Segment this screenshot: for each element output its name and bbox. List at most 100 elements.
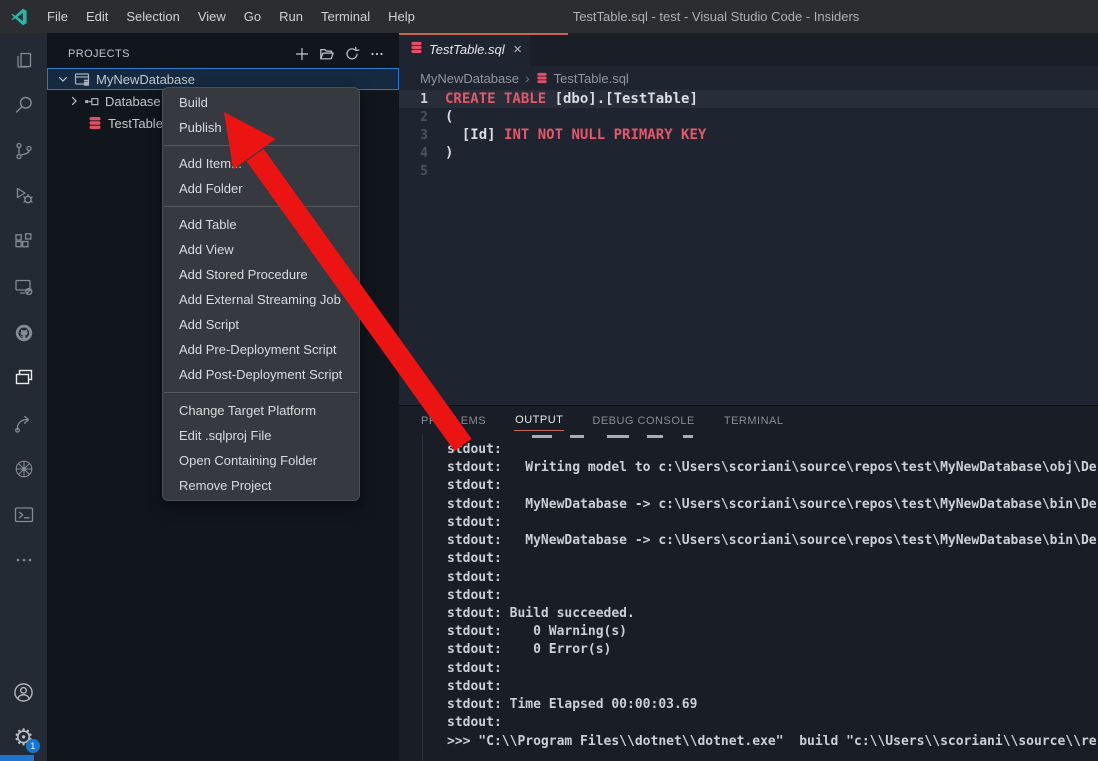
menu-bar-item[interactable]: Edit	[77, 0, 117, 33]
github-icon[interactable]	[0, 310, 47, 356]
more-actions-icon[interactable]	[367, 44, 387, 64]
tab-label: TestTable.sql	[429, 42, 505, 57]
vscode-insiders-logo-icon	[10, 8, 28, 26]
tab-debug-console[interactable]: DEBUG CONSOLE	[591, 410, 695, 431]
database-project-icon	[73, 71, 91, 88]
settings-badge: 1	[26, 739, 40, 753]
output-line: stdout: Build succeeded.	[447, 605, 1098, 623]
menu-bar-item[interactable]: Help	[379, 0, 424, 33]
refresh-icon[interactable]	[342, 44, 362, 64]
tab-problems[interactable]: PROBLEMS	[420, 410, 487, 431]
menu-bar-item[interactable]: Selection	[117, 0, 188, 33]
more-views-icon[interactable]	[0, 538, 47, 584]
output-line: stdout: MyNewDatabase -> c:\Users\scoria…	[447, 532, 1098, 550]
tab-testtable-sql[interactable]: TestTable.sql ×	[399, 33, 530, 66]
output-line: stdout:	[447, 514, 1098, 532]
chevron-right-icon[interactable]	[67, 94, 81, 108]
project-context-menu: BuildPublish Add Item...Add Folder Add T…	[162, 87, 360, 501]
output-panel[interactable]: stdout:stdout: Writing model to c:\Users…	[399, 434, 1098, 761]
context-menu-item[interactable]: Add Post-Deployment Script	[163, 362, 359, 387]
azure-pipelines-icon[interactable]	[0, 401, 47, 447]
code-line: 5	[399, 162, 1098, 180]
context-menu-item[interactable]: Add View	[163, 237, 359, 262]
context-menu-item[interactable]: Build	[163, 90, 359, 115]
breadcrumb-project[interactable]: MyNewDatabase	[420, 71, 519, 86]
output-line: stdout:	[447, 477, 1098, 495]
add-project-icon[interactable]	[292, 44, 312, 64]
context-menu-item[interactable]: Open Containing Folder	[163, 448, 359, 473]
code-line: 2 (	[399, 108, 1098, 126]
context-menu-item[interactable]: Add Stored Procedure	[163, 262, 359, 287]
kubernetes-icon[interactable]	[0, 447, 47, 493]
menu-bar-item[interactable]: Go	[235, 0, 270, 33]
menu-separator	[164, 206, 358, 207]
output-line: stdout:	[447, 550, 1098, 568]
menu-bar-item[interactable]: Terminal	[312, 0, 379, 33]
bottom-panel: PROBLEMS OUTPUT DEBUG CONSOLE TERMINAL s…	[399, 405, 1098, 761]
references-icon	[83, 94, 99, 109]
breadcrumb: MyNewDatabase › TestTable.sql	[399, 66, 1098, 90]
context-menu-item[interactable]: Publish	[163, 115, 359, 140]
output-line: stdout:	[447, 660, 1098, 678]
menu-bar: FileEditSelectionViewGoRunTerminalHelp	[38, 0, 424, 33]
window-title: TestTable.sql - test - Visual Studio Cod…	[573, 9, 860, 24]
output-line: stdout:	[447, 587, 1098, 605]
extensions-icon[interactable]	[0, 219, 47, 265]
output-line: stdout:	[447, 441, 1098, 459]
menu-bar-item[interactable]: View	[189, 0, 235, 33]
code-editor[interactable]: 1 CREATE TABLE [dbo].[TestTable] 2 ( 3 […	[399, 90, 1098, 405]
output-line: stdout: Writing model to c:\Users\scoria…	[447, 459, 1098, 477]
context-menu-item[interactable]: Add External Streaming Job	[163, 287, 359, 312]
output-line: stdout: 0 Warning(s)	[447, 623, 1098, 641]
context-menu-item[interactable]: Change Target Platform	[163, 398, 359, 423]
output-log: stdout:stdout: Writing model to c:\Users…	[447, 441, 1098, 751]
powershell-terminal-icon[interactable]	[0, 492, 47, 538]
context-menu-item[interactable]: Add Script	[163, 312, 359, 337]
panel-tab-bar: PROBLEMS OUTPUT DEBUG CONSOLE TERMINAL	[399, 406, 1098, 434]
chevron-right-icon: ›	[525, 70, 530, 86]
projects-panel-header: PROJECTS	[47, 42, 399, 66]
context-menu-item[interactable]: Add Folder	[163, 176, 359, 201]
explorer-icon[interactable]	[0, 37, 47, 83]
remote-explorer-icon[interactable]	[0, 265, 47, 311]
context-menu-item[interactable]: Add Pre-Deployment Script	[163, 337, 359, 362]
database-file-icon	[87, 116, 102, 130]
panel-divider	[422, 434, 423, 761]
chevron-down-icon[interactable]	[55, 72, 71, 86]
editor-tab-bar: TestTable.sql ×	[399, 33, 1098, 66]
breadcrumb-file[interactable]: TestTable.sql	[554, 71, 629, 86]
projects-panel-title: PROJECTS	[68, 48, 130, 60]
output-line: stdout:	[447, 678, 1098, 696]
tab-output[interactable]: OUTPUT	[514, 409, 564, 431]
context-menu-item[interactable]: Edit .sqlproj File	[163, 423, 359, 448]
close-tab-icon[interactable]: ×	[513, 42, 522, 57]
project-label: MyNewDatabase	[96, 72, 195, 87]
output-line: stdout:	[447, 569, 1098, 587]
database-file-icon	[410, 41, 423, 59]
remote-indicator-strip[interactable]	[0, 755, 34, 761]
open-project-folder-icon[interactable]	[317, 44, 337, 64]
editor-region: TestTable.sql × MyNewDatabase › TestTabl…	[399, 33, 1098, 761]
output-line: >>> "C:\\Program Files\\dotnet\\dotnet.e…	[447, 733, 1098, 751]
menu-bar-item[interactable]: Run	[270, 0, 312, 33]
menu-separator	[164, 392, 358, 393]
output-line: stdout: 0 Error(s)	[447, 641, 1098, 659]
context-menu-item[interactable]: Add Table	[163, 212, 359, 237]
output-line: stdout:	[447, 714, 1098, 732]
code-line: 1 CREATE TABLE [dbo].[TestTable]	[399, 90, 1098, 108]
source-control-icon[interactable]	[0, 128, 47, 174]
search-icon[interactable]	[0, 83, 47, 129]
run-and-debug-icon[interactable]	[0, 174, 47, 220]
context-menu-item[interactable]: Remove Project	[163, 473, 359, 498]
activity-bar: ⚙ 1	[0, 33, 47, 761]
accounts-icon[interactable]	[0, 670, 47, 716]
context-menu-item[interactable]: Add Item...	[163, 151, 359, 176]
code-line: 3 [Id] INT NOT NULL PRIMARY KEY	[399, 126, 1098, 144]
output-line: stdout: MyNewDatabase -> c:\Users\scoria…	[447, 496, 1098, 514]
tab-terminal[interactable]: TERMINAL	[723, 410, 785, 431]
title-bar: FileEditSelectionViewGoRunTerminalHelp T…	[0, 0, 1098, 33]
active-tab-top-border	[399, 33, 568, 35]
menu-separator	[164, 145, 358, 146]
database-projects-icon[interactable]	[0, 356, 47, 402]
menu-bar-item[interactable]: File	[38, 0, 77, 33]
